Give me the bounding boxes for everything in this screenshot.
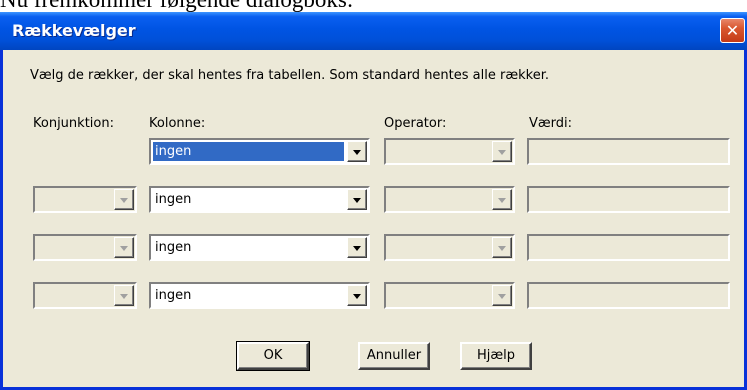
document-text: Nu fremkommer følgende dialogboks: bbox=[0, 0, 747, 12]
header-conjunction: Konjunktion: bbox=[33, 116, 114, 131]
title-bar[interactable]: Rækkevælger ✕ bbox=[0, 12, 747, 50]
column-value-row-2: ingen bbox=[155, 192, 192, 207]
conjunction-value-row-2 bbox=[37, 190, 111, 209]
column-select-row-4[interactable]: ingen bbox=[149, 282, 370, 309]
conjunction-value-row-4 bbox=[37, 286, 111, 305]
close-icon: ✕ bbox=[725, 21, 740, 40]
column-select-row-1[interactable]: ingen bbox=[149, 138, 370, 165]
chevron-down-icon[interactable] bbox=[114, 285, 134, 306]
chevron-down-icon[interactable] bbox=[492, 141, 512, 162]
column-value-row-3: ingen bbox=[155, 240, 192, 255]
value-field-row-4[interactable] bbox=[527, 282, 730, 309]
row-selector-dialog: Rækkevælger ✕ Vælg de rækker, der skal h… bbox=[0, 12, 747, 390]
dialog-title: Rækkevælger bbox=[12, 21, 136, 40]
operator-value-row-1 bbox=[388, 142, 489, 161]
operator-value-row-3 bbox=[388, 238, 489, 257]
conjunction-select-row-2[interactable] bbox=[33, 186, 137, 213]
close-button[interactable]: ✕ bbox=[720, 18, 745, 43]
value-field-row-2[interactable] bbox=[527, 186, 730, 213]
operator-select-row-1[interactable] bbox=[384, 138, 515, 165]
conjunction-select-row-3[interactable] bbox=[33, 234, 137, 261]
chevron-down-icon[interactable] bbox=[492, 189, 512, 210]
instruction-text: Vælg de rækker, der skal hentes fra tabe… bbox=[30, 68, 549, 83]
chevron-down-icon[interactable] bbox=[492, 237, 512, 258]
operator-value-row-2 bbox=[388, 190, 489, 209]
column-select-row-3[interactable]: ingen bbox=[149, 234, 370, 261]
chevron-down-icon[interactable] bbox=[347, 285, 367, 306]
conjunction-select-row-4[interactable] bbox=[33, 282, 137, 309]
chevron-down-icon[interactable] bbox=[347, 189, 367, 210]
ok-button[interactable]: OK bbox=[236, 341, 310, 371]
cancel-button[interactable]: Annuller bbox=[358, 342, 430, 370]
operator-select-row-3[interactable] bbox=[384, 234, 515, 261]
header-operator: Operator: bbox=[384, 116, 447, 131]
column-select-row-2[interactable]: ingen bbox=[149, 186, 370, 213]
value-field-row-1[interactable] bbox=[527, 138, 730, 165]
value-field-row-3[interactable] bbox=[527, 234, 730, 261]
column-value-row-1: ingen bbox=[153, 142, 344, 161]
chevron-down-icon[interactable] bbox=[347, 237, 367, 258]
header-value: Værdi: bbox=[529, 116, 573, 131]
column-value-row-4: ingen bbox=[155, 288, 192, 303]
conjunction-value-row-3 bbox=[37, 238, 111, 257]
help-button[interactable]: Hjælp bbox=[460, 342, 532, 370]
chevron-down-icon[interactable] bbox=[492, 285, 512, 306]
chevron-down-icon[interactable] bbox=[347, 141, 367, 162]
operator-select-row-2[interactable] bbox=[384, 186, 515, 213]
operator-select-row-4[interactable] bbox=[384, 282, 515, 309]
chevron-down-icon[interactable] bbox=[114, 189, 134, 210]
header-column: Kolonne: bbox=[149, 116, 206, 131]
operator-value-row-4 bbox=[388, 286, 489, 305]
document-text-line: Nu fremkommer følgende dialogboks: bbox=[0, 0, 353, 12]
chevron-down-icon[interactable] bbox=[114, 237, 134, 258]
